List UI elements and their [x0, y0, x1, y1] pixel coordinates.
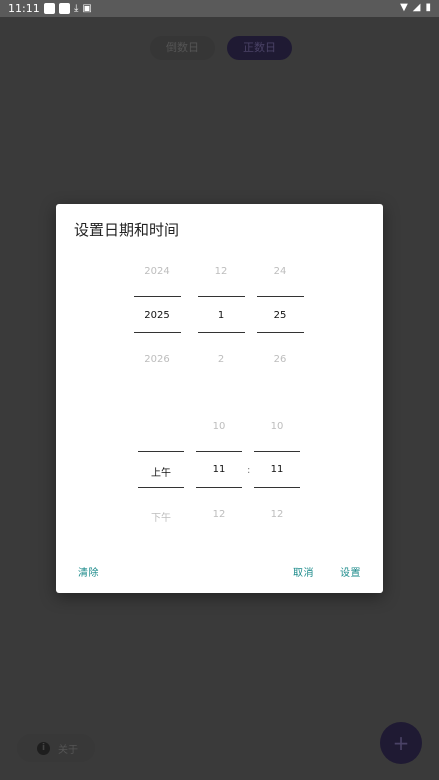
battery-icon: ▮ — [425, 2, 431, 13]
day-divider-top — [257, 296, 304, 297]
year-current[interactable]: 2025 — [134, 310, 180, 321]
ampm-next[interactable]: 下午 — [138, 509, 184, 524]
minute-next[interactable]: 12 — [254, 509, 300, 520]
minute-divider-top — [254, 451, 300, 452]
month-divider-bottom — [198, 332, 245, 333]
hour-divider-bottom — [196, 487, 242, 488]
set-button[interactable]: 设置 — [340, 564, 361, 579]
day-divider-bottom — [257, 332, 304, 333]
day-type-tabs: 倒数日 正数日 — [150, 36, 292, 60]
month-divider-top — [198, 296, 245, 297]
minute-prev[interactable]: 10 — [254, 421, 300, 432]
hour-divider-top — [196, 451, 242, 452]
add-fab-button[interactable]: + — [380, 722, 422, 764]
datetime-dialog: 设置日期和时间 2024 2025 2026 12 1 2 24 25 26 上… — [56, 204, 383, 593]
cancel-button[interactable]: 取消 — [293, 564, 314, 579]
status-time: 11:11 — [8, 2, 40, 15]
day-next[interactable]: 26 — [257, 354, 303, 365]
year-prev[interactable]: 2024 — [134, 266, 180, 277]
signal-icon: ◢ — [412, 2, 421, 13]
ampm-divider-bottom — [138, 487, 184, 488]
minute-divider-bottom — [254, 487, 300, 488]
info-icon: i — [37, 741, 50, 755]
status-notification-icons: ⤓ ▣ — [44, 3, 92, 14]
wifi-icon: ▼ — [400, 2, 408, 13]
day-prev[interactable]: 24 — [257, 266, 303, 277]
ampm-divider-top — [138, 451, 184, 452]
ampm-current[interactable]: 上午 — [138, 464, 184, 479]
clear-button[interactable]: 清除 — [78, 564, 99, 579]
about-button[interactable]: i 关于 — [17, 734, 95, 762]
hour-prev[interactable]: 10 — [196, 421, 242, 432]
month-current[interactable]: 1 — [198, 310, 244, 321]
status-system-icons: ▼ ◢ ▮ — [400, 2, 431, 13]
notification-square-icon — [44, 3, 55, 14]
tab-countdown[interactable]: 倒数日 — [150, 36, 215, 60]
year-next[interactable]: 2026 — [134, 354, 180, 365]
about-label: 关于 — [58, 744, 78, 756]
day-current[interactable]: 25 — [257, 310, 303, 321]
hour-next[interactable]: 12 — [196, 509, 242, 520]
status-bar: 11:11 ⤓ ▣ ▼ ◢ ▮ — [0, 0, 439, 17]
month-next[interactable]: 2 — [198, 354, 244, 365]
box-icon: ▣ — [82, 3, 92, 14]
dialog-title: 设置日期和时间 — [74, 221, 180, 239]
minute-current[interactable]: 11 — [254, 464, 300, 475]
notification-square-icon — [59, 3, 70, 14]
hour-current[interactable]: 11 — [196, 464, 242, 475]
month-prev[interactable]: 12 — [198, 266, 244, 277]
tab-count-up[interactable]: 正数日 — [227, 36, 292, 60]
year-divider-bottom — [134, 332, 181, 333]
time-separator: : — [247, 465, 251, 476]
download-icon: ⤓ — [74, 3, 79, 14]
year-divider-top — [134, 296, 181, 297]
